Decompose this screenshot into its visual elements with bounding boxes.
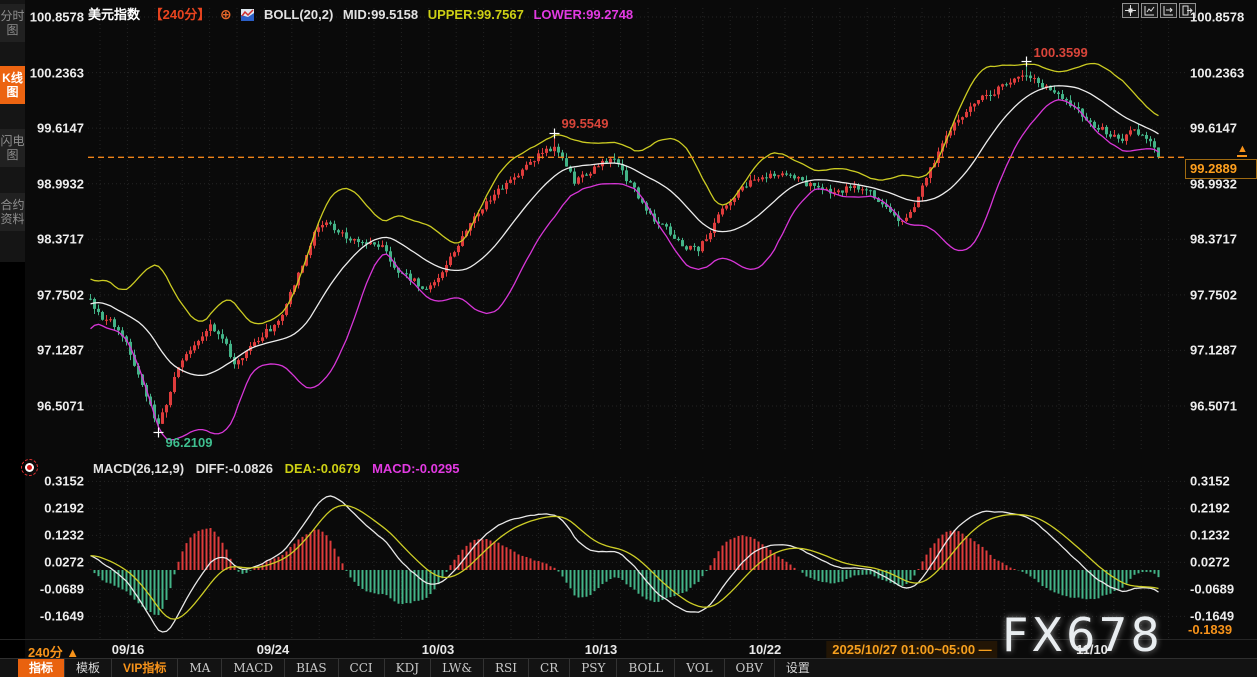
macd-tick-label: 0.2192 [44,500,84,516]
window-controls [1122,3,1196,18]
sidebar: 分时图 K线图闪电图合约资料 [0,0,25,677]
toolbar-item-设置[interactable]: 设置 [773,659,821,677]
date-tick-label: 10/13 [584,642,618,657]
toolbar-item-lw&[interactable]: LW& [430,659,483,677]
price-tick-label: 96.5071 [37,398,84,414]
toolbar-item-指标[interactable]: 指标 [18,659,65,677]
price-tick-label: 97.7502 [1190,287,1237,303]
date-tick-label: 10/03 [421,642,455,657]
sidebar-tab-4[interactable]: 合约资料 [0,193,25,231]
period-badge: 【240分】 [149,7,211,22]
axis-zoom-icon[interactable] [1141,3,1158,18]
chart-thumbnail-icon[interactable] [241,7,255,22]
swing-high-label: 100.3599 [1033,44,1088,60]
macd-tick-label: -0.1649 [39,608,84,624]
toolbar-item-obv[interactable]: OBV [723,659,774,677]
macd-tick-label: 0.2192 [1190,500,1230,516]
hovered-bar-datetime: 2025/10/27 01:00~05:00 — [826,641,998,658]
boll-indicator-label: BOLL(20,2) [263,7,334,22]
price-tick-label: 98.3717 [1190,231,1237,247]
toolbar-item-rsi[interactable]: RSI [483,659,528,677]
price-tick-label: 96.5071 [1190,398,1237,414]
crosshair-tool-icon[interactable] [1122,3,1139,18]
toolbar-item-kdj[interactable]: KDJ [383,659,430,677]
toolbar-item-vip指标[interactable]: VIP指标 [111,659,177,677]
price-tick-label: 97.7502 [37,287,84,303]
macd-diff-value: DIFF:-0.0826 [195,461,273,476]
date-tick-label: 09/16 [111,642,145,657]
price-tick-label: 97.1287 [1190,342,1237,358]
price-tick-label: 100.8578 [29,9,84,25]
axis-pan-icon[interactable] [1160,3,1177,18]
date-tick-label: 09/24 [256,642,290,657]
fx678-watermark: FX678 [1002,608,1163,662]
sidebar-tab-3[interactable]: 闪电图 [0,129,25,167]
toolbar-item-模板[interactable]: 模板 [64,659,111,677]
toolbar-item-boll[interactable]: BOLL [616,659,674,677]
swing-high-label: 99.5549 [561,116,609,132]
toolbar-item-psy[interactable]: PSY [569,659,616,677]
symbol-title: 美元指数 [88,7,141,22]
toolbar-item-ma[interactable]: MA [177,659,221,677]
price-tick-label: 98.3717 [37,231,84,247]
macd-title: MACD(26,12,9) [93,461,185,476]
price-tick-label: 97.1287 [37,342,84,358]
current-price-tag: 99.2889 [1185,159,1257,179]
price-direction-arrow: ▲ [1237,143,1248,157]
macd-dea-value: DEA:-0.0679 [284,461,361,476]
toolbar-item-macd[interactable]: MACD [221,659,284,677]
price-tick-label: 100.2363 [29,65,84,81]
date-tick-label: 10/22 [748,642,782,657]
macd-macd-value: MACD:-0.0295 [372,461,460,476]
macd-tick-label: -0.0689 [1190,581,1235,597]
candlestick-chart-canvas [88,8,1185,640]
sidebar-tab-1[interactable]: 分时图 [0,4,25,42]
macd-tick-label: 0.0272 [44,554,84,570]
toolbar-item-vol[interactable]: VOL [674,659,723,677]
macd-tick-label: 0.3152 [1190,473,1230,489]
boll-lower-value: LOWER:99.2748 [533,7,634,22]
macd-tick-label: 0.0272 [1190,554,1230,570]
price-tick-label: 98.9932 [37,176,84,192]
price-tick-label: 99.6147 [37,120,84,136]
boll-mid-value: MID:99.5158 [342,7,419,22]
chart-header: 美元指数 【240分】 ⊕ BOLL(20,2) MID:99.5158 UPP… [88,4,639,23]
boll-upper-value: UPPER:99.7567 [427,7,524,22]
indicator-settings-icon[interactable] [21,459,38,476]
macd-tick-label: 0.1232 [1190,527,1230,543]
macd-tick-label: 0.1232 [44,527,84,543]
macd-tick-label: -0.0689 [39,581,84,597]
macd-tick-label: 0.3152 [44,473,84,489]
macd-header: MACD(26,12,9) DIFF:-0.0826 DEA:-0.0679 M… [93,461,468,476]
price-tick-label: 100.8578 [1190,9,1245,25]
add-indicator-icon[interactable]: ⊕ [220,6,232,22]
swing-low-label: 96.2109 [165,435,213,451]
sidebar-tab-2[interactable]: K线图 [0,66,25,104]
macd-current-value: -0.1839 [1188,622,1233,637]
price-tick-label: 100.2363 [1190,65,1245,81]
toolbar-item-bias[interactable]: BIAS [284,659,337,677]
trading-app-window: 分时图 K线图闪电图合约资料 美元指数 【240分】 ⊕ BOLL(20,2) M… [0,0,1257,677]
toolbar-item-cci[interactable]: CCI [337,659,384,677]
toolbar-item-cr[interactable]: CR [528,659,569,677]
price-tick-label: 99.6147 [1190,120,1237,136]
